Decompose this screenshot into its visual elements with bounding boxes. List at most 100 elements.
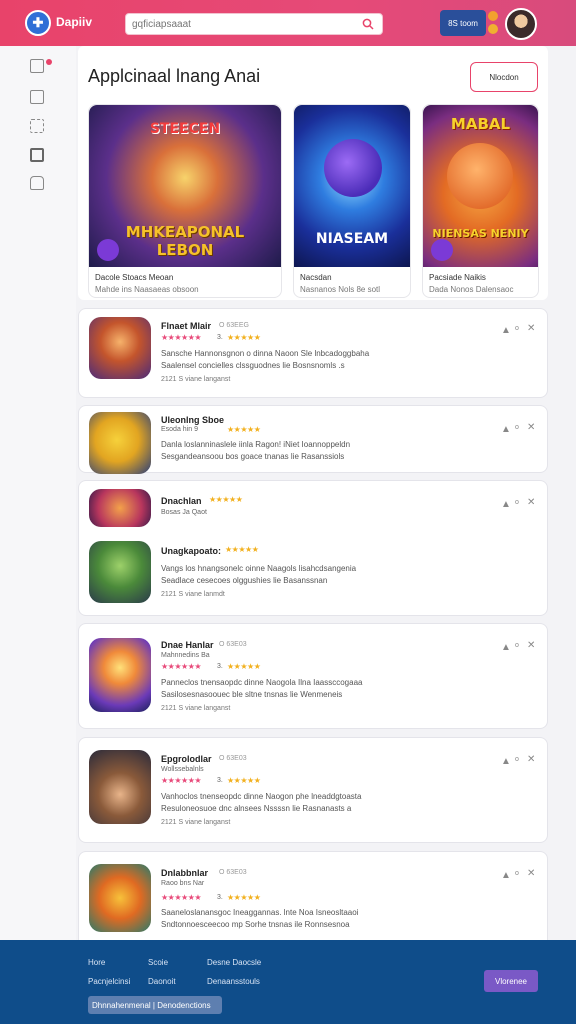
sort-label: Nlocdon [489, 72, 519, 82]
list-item[interactable]: Flnaet Mlair O 63EEG ★★★★★★ 3. ★★★★★ San… [78, 308, 548, 398]
app-meta: 2121 S viane lanmdt [161, 591, 225, 598]
footer-link[interactable]: Pacnjelcinsi [88, 977, 130, 986]
footer-link[interactable]: Scoie [148, 958, 168, 967]
rating-stars: ★★★★★★ [161, 333, 202, 342]
app-description: Sansche Hannonsgnon o dinna Naoon Sle ln… [161, 349, 370, 358]
app-tag: O 63EEG [219, 322, 249, 329]
app-thumbnail [89, 489, 151, 527]
list-item[interactable]: Dnae Hanlar O 63E03 Mahnnedins Ba ★★★★★★… [78, 623, 548, 729]
like-count: o [515, 870, 519, 877]
close-icon[interactable]: ✕ [527, 497, 535, 508]
like-icon[interactable]: ▲ [501, 499, 511, 510]
sort-button[interactable]: Nlocdon [470, 62, 538, 92]
close-icon[interactable]: ✕ [527, 640, 535, 651]
footer-link[interactable]: Daonoit [148, 977, 176, 986]
rating-stars: ★★★★★ [227, 425, 261, 434]
list-item[interactable]: Dnachlan ★★★★★ Bosas Ja Qaot ▲ o ✕ Unagk… [78, 480, 548, 616]
app-name: Uleonlng Sboe [161, 415, 224, 425]
like-icon[interactable]: ▲ [501, 756, 511, 767]
app-logo-icon[interactable]: ✚ [25, 10, 51, 36]
featured-subtitle: Mahde ins Naasaeas obsoon [95, 285, 199, 294]
footer-link[interactable]: Hore [88, 958, 105, 967]
brand-name[interactable]: Dapiiv [56, 15, 92, 29]
featured-art-title: STEECEN [149, 121, 221, 137]
close-icon[interactable]: ✕ [527, 323, 535, 334]
grid-icon[interactable] [30, 119, 44, 133]
badge-icon [97, 239, 119, 261]
footer-language-bar[interactable]: Dhnnahenmenal | Denodenctions [88, 996, 222, 1014]
game-icon[interactable] [30, 176, 44, 190]
app-name: Flnaet Mlair [161, 321, 212, 331]
featured-art: NIASEAM [294, 105, 410, 267]
featured-title: Dacole Stoacs Meoan [95, 273, 174, 282]
app-thumbnail [89, 864, 151, 932]
avatar[interactable] [505, 8, 537, 40]
app-thumbnail [89, 317, 151, 379]
app-name: Dnae Hanlar [161, 640, 214, 650]
app-name: Dnachlan [161, 496, 202, 506]
account-button[interactable]: 8S toom [440, 10, 486, 36]
apps-icon[interactable] [30, 148, 44, 162]
footer-link[interactable]: Denaansstouls [207, 977, 260, 986]
search-bar[interactable] [125, 13, 383, 35]
rating-stars: ★★★★★ [225, 545, 259, 554]
app-description: Vangs los hnangsonelc oinne Naagols lisa… [161, 564, 357, 573]
footer-button[interactable]: Vlorenee [484, 970, 538, 992]
close-icon[interactable]: ✕ [527, 422, 535, 433]
app-description: Danla loslanninaslele iinla Ragon! iNiet… [161, 440, 351, 449]
app-description: Saalensel concielles clssguodnes lie Bos… [161, 361, 345, 370]
app-description: Seadlace cesecoes olggushies lie Basanss… [161, 576, 328, 585]
like-count: o [515, 424, 519, 431]
home-icon[interactable] [30, 59, 44, 73]
list-icon[interactable] [30, 90, 44, 104]
app-description: Sndtonnoesceecoo mp Sorhe tnsnas ile Ron… [161, 920, 350, 929]
app-name: Epgrolodlar [161, 754, 212, 764]
like-count: o [515, 325, 519, 332]
search-input[interactable] [132, 18, 352, 30]
sidebar-badge [46, 59, 52, 65]
coin-icon[interactable] [488, 24, 498, 34]
featured-title: Nacsdan [300, 273, 332, 282]
app-description: Sasilosesnasoouec ble sltne tnsnas lie W… [161, 690, 343, 699]
app-subtitle: Wollssebalnls [161, 766, 204, 773]
close-icon[interactable]: ✕ [527, 868, 535, 879]
rating-stars: ★★★★★ [227, 662, 261, 671]
app-tag: O 63E03 [219, 641, 247, 648]
app-description: Resuloneosuoe dnc alnsees Nssssn lie Ras… [161, 804, 352, 813]
page-title: Applcinaal lnang Anai [88, 66, 261, 86]
featured-subtitle: Nasnanos Nols 8e sotl [300, 285, 381, 294]
featured-title: Pacsiade Naikis [429, 273, 486, 282]
rating-stars: ★★★★★★ [161, 893, 202, 902]
app-thumbnail [89, 541, 151, 603]
app-description: Sesgandeansoou bos goace tnanas lie Rasa… [161, 452, 345, 461]
app-name: Dnlabbnlar [161, 868, 209, 878]
notification-icon[interactable] [488, 11, 498, 21]
close-icon[interactable]: ✕ [527, 754, 535, 765]
top-bar: ✚ Dapiiv 8S toom [0, 0, 576, 46]
list-item[interactable]: Uleonlng Sboe Esoda hin 9 ★★★★★ Danla lo… [78, 405, 548, 474]
list-item[interactable]: Epgrolodlar O 63E03 Wollssebalnls ★★★★★★… [78, 737, 548, 843]
like-icon[interactable]: ▲ [501, 325, 511, 336]
app-subtitle: Bosas Ja Qaot [161, 509, 207, 516]
character-art [447, 143, 513, 209]
like-icon[interactable]: ▲ [501, 424, 511, 435]
featured-card[interactable]: NIASEAM Nacsdan Nasnanos Nols 8e sotl [293, 104, 411, 298]
app-description: Vanhoclos tnenseopdc dinne Naogon phe ln… [161, 792, 362, 801]
featured-card[interactable]: STEECEN MHKEAPONAL LEBON Dacole Stoacs M… [88, 104, 282, 298]
app-tag: O 63E03 [219, 755, 247, 762]
app-subtitle: Esoda hin 9 [161, 426, 198, 433]
app-thumbnail [89, 638, 151, 712]
list-item[interactable]: Dnlabbnlar O 63E03 Raoo bns Nar ★★★★★★ 3… [78, 851, 548, 951]
featured-art-title: MABAL [450, 115, 511, 133]
search-icon[interactable] [362, 18, 374, 30]
rating-stars: ★★★★★★ [161, 776, 202, 785]
app-meta: 2121 S viane langanst [161, 705, 231, 712]
like-icon[interactable]: ▲ [501, 642, 511, 653]
featured-card[interactable]: MABAL NIENSAS NENIY Pacsiade Naikis Dada… [422, 104, 539, 298]
featured-art-title: NIASEAM [315, 231, 389, 247]
app-meta: 2121 S viane langanst [161, 376, 231, 383]
footer-link[interactable]: Desne Daocsle [207, 958, 261, 967]
badge-icon [431, 239, 453, 261]
app-thumbnail [89, 412, 151, 474]
like-icon[interactable]: ▲ [501, 870, 511, 881]
